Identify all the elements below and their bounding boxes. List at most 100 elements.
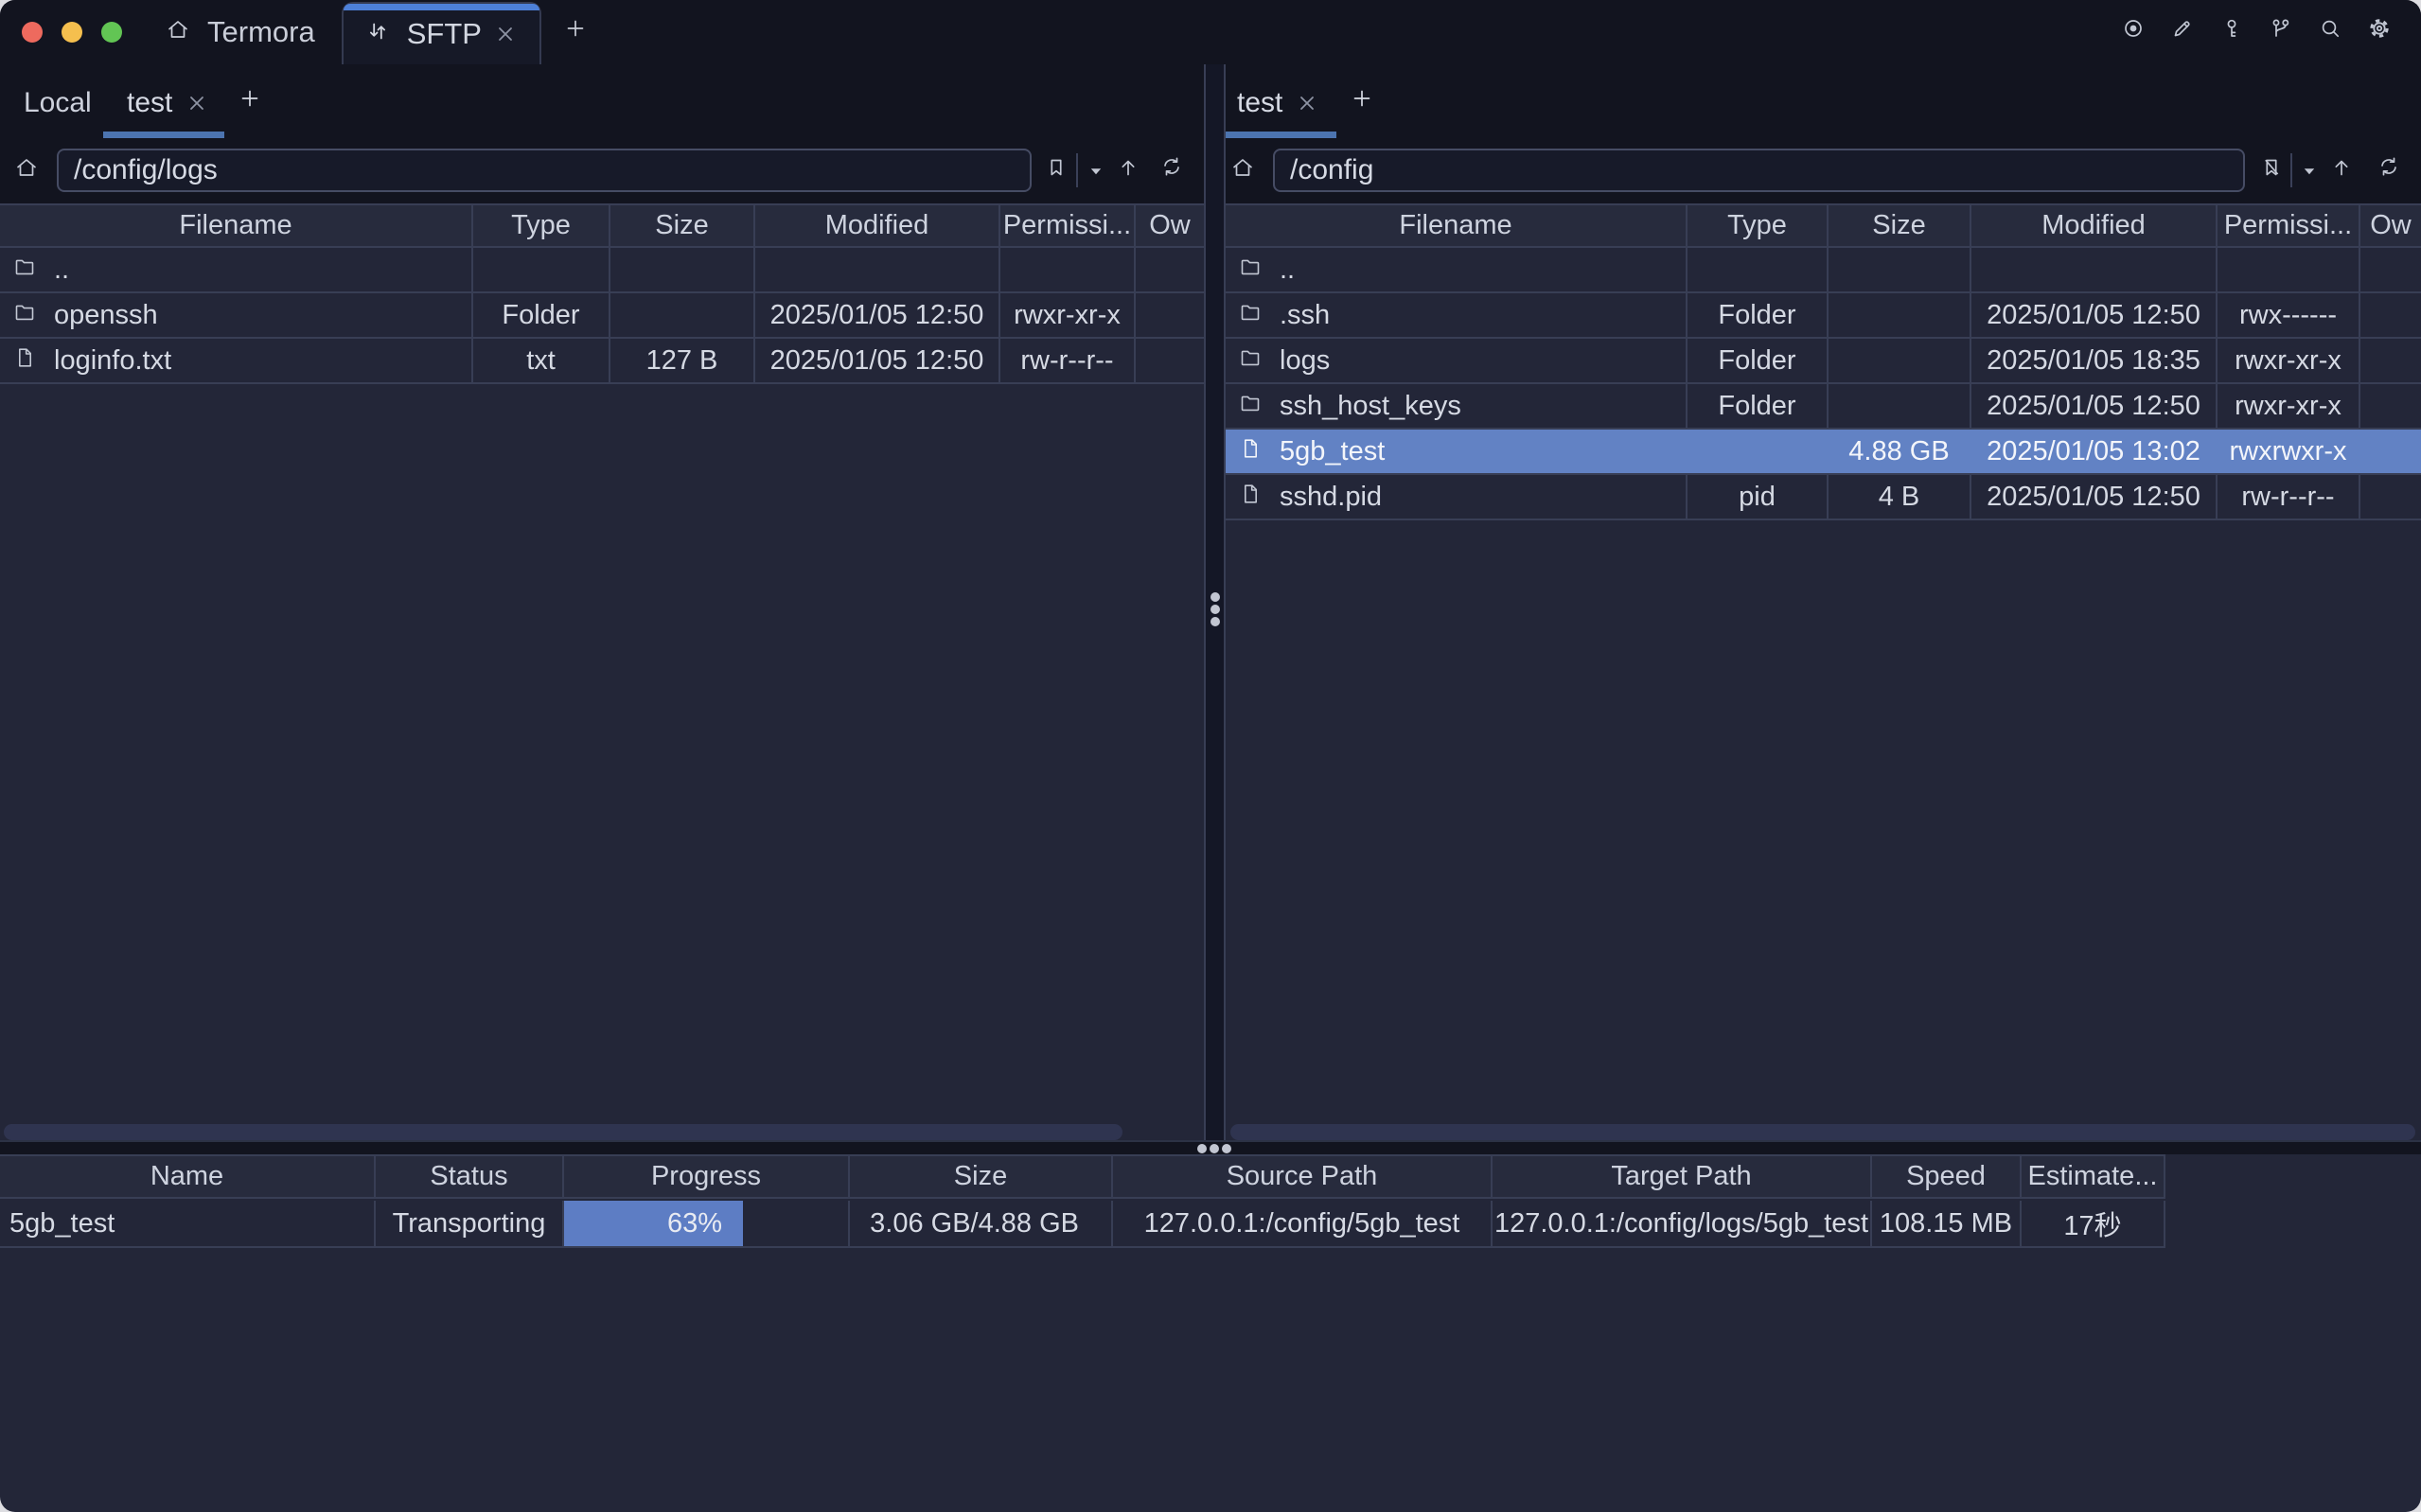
file-row-sshd-pid[interactable]: sshd.pid pid 4 B 2025/01/05 12:50 rw-r--…: [1226, 475, 2421, 520]
file-permissions: rw-r--r--: [2218, 475, 2360, 519]
file-modified: [755, 248, 1000, 291]
tab-sftp[interactable]: SFTP: [342, 2, 541, 64]
remote-file-table: Filename Type Size Modified Permissi... …: [1226, 203, 2421, 520]
file-size: [1829, 384, 1971, 428]
file-modified: 2025/01/05 12:50: [755, 293, 1000, 337]
tab-right-session[interactable]: test: [1237, 87, 1318, 119]
column-header-status[interactable]: Status: [376, 1156, 564, 1197]
file-type: Folder: [473, 293, 610, 337]
progress-cell: 63%: [564, 1201, 850, 1246]
column-header-permissions[interactable]: Permissi...: [1000, 205, 1136, 246]
close-icon[interactable]: [1296, 92, 1318, 114]
right-horizontal-scrollbar-thumb[interactable]: [1230, 1124, 2415, 1140]
home-directory-icon[interactable]: [1231, 156, 1260, 185]
parent-directory-icon[interactable]: [2330, 156, 2359, 185]
file-type: txt: [473, 339, 610, 382]
file-permissions: rwxr-xr-x: [2218, 339, 2360, 382]
column-header-filename[interactable]: Filename: [1226, 205, 1688, 246]
window-controls: [0, 22, 122, 43]
file-row-ssh-host-keys[interactable]: ssh_host_keys Folder 2025/01/05 12:50 rw…: [1226, 384, 2421, 430]
left-session-tab-label: test: [127, 87, 172, 119]
file-name: sshd.pid: [1280, 482, 1382, 513]
file-permissions: rwxrwxr-x: [2218, 430, 2360, 473]
column-header-size[interactable]: Size: [1829, 205, 1971, 246]
column-header-permissions[interactable]: Permissi...: [2218, 205, 2360, 246]
settings-gear-icon[interactable]: [2368, 17, 2398, 47]
file-type: pid: [1688, 475, 1829, 519]
file-permissions: rwxr-xr-x: [2218, 384, 2360, 428]
file-type: [1688, 430, 1829, 473]
column-header-name[interactable]: Name: [0, 1156, 376, 1197]
file-size: 4 B: [1829, 475, 1971, 519]
minimize-window-button[interactable]: [62, 22, 82, 43]
folder-icon: [1239, 346, 1267, 375]
new-tab-button[interactable]: [564, 17, 594, 47]
transfer-size: 3.06 GB/4.88 GB: [850, 1201, 1113, 1246]
file-permissions: rwxr-xr-x: [1000, 293, 1136, 337]
refresh-icon[interactable]: [2377, 155, 2408, 185]
edit-pencil-icon[interactable]: [2171, 17, 2201, 47]
keychain-branch-icon[interactable]: [2270, 17, 2300, 47]
left-horizontal-scrollbar-thumb[interactable]: [4, 1124, 1122, 1140]
column-header-owner[interactable]: Ow: [2360, 205, 2421, 246]
right-path-input[interactable]: [1273, 149, 2245, 192]
left-new-pane-tab-button[interactable]: [239, 87, 267, 115]
tab-left-session[interactable]: test: [127, 87, 208, 119]
close-icon[interactable]: [494, 23, 517, 45]
file-icon: [13, 346, 42, 375]
refresh-icon[interactable]: [1160, 155, 1191, 185]
folder-icon: [1239, 301, 1267, 329]
transfer-speed: 108.15 MB: [1872, 1201, 2022, 1246]
file-row-5gb-test-selected[interactable]: 5gb_test 4.88 GB 2025/01/05 13:02 rwxrwx…: [1226, 430, 2421, 475]
column-header-estimate[interactable]: Estimate...: [2022, 1156, 2165, 1197]
file-row-openssh[interactable]: openssh Folder 2025/01/05 12:50 rwxr-xr-…: [0, 293, 1204, 339]
key-manager-icon[interactable]: [2220, 17, 2251, 47]
close-window-button[interactable]: [22, 22, 43, 43]
file-size: [1829, 293, 1971, 337]
file-row-parent[interactable]: ..: [1226, 248, 2421, 293]
file-row-parent[interactable]: ..: [0, 248, 1204, 293]
column-header-progress[interactable]: Progress: [564, 1156, 850, 1197]
file-size: 4.88 GB: [1829, 430, 1971, 473]
tab-termora-home[interactable]: Termora: [167, 15, 315, 49]
record-macro-icon[interactable]: [2122, 17, 2152, 47]
tab-local[interactable]: Local: [24, 87, 92, 119]
file-row-loginfo[interactable]: loginfo.txt txt 127 B 2025/01/05 12:50 r…: [0, 339, 1204, 384]
vertical-pane-splitter[interactable]: [1204, 64, 1226, 1140]
column-header-size[interactable]: Size: [850, 1156, 1113, 1197]
horizontal-panel-splitter[interactable]: [0, 1140, 2421, 1154]
column-header-modified[interactable]: Modified: [755, 205, 1000, 246]
column-header-source-path[interactable]: Source Path: [1113, 1156, 1493, 1197]
right-new-pane-tab-button[interactable]: [1351, 87, 1379, 115]
zoom-window-button[interactable]: [101, 22, 122, 43]
column-header-type[interactable]: Type: [473, 205, 610, 246]
file-modified: 2025/01/05 13:02: [1971, 430, 2218, 473]
chevron-down-icon[interactable]: [1085, 160, 1105, 181]
transfer-row-5gb-test[interactable]: 5gb_test Transporting 63% 3.06 GB/4.88 G…: [0, 1201, 2165, 1248]
file-type: Folder: [1688, 293, 1829, 337]
bookmark-slash-icon[interactable]: [2260, 156, 2288, 185]
home-directory-icon[interactable]: [15, 156, 44, 185]
file-name: ssh_host_keys: [1280, 391, 1461, 422]
column-header-type[interactable]: Type: [1688, 205, 1829, 246]
column-header-owner[interactable]: Ow: [1136, 205, 1204, 246]
sftp-tab-label: SFTP: [407, 17, 482, 51]
file-name: openssh: [54, 300, 158, 331]
file-type: Folder: [1688, 339, 1829, 382]
column-header-modified[interactable]: Modified: [1971, 205, 2218, 246]
app-tab-label: Termora: [207, 15, 315, 49]
left-path-input[interactable]: [57, 149, 1032, 192]
bookmark-icon[interactable]: [1045, 156, 1073, 185]
column-header-filename[interactable]: Filename: [0, 205, 473, 246]
file-row-logs[interactable]: logs Folder 2025/01/05 18:35 rwxr-xr-x: [1226, 339, 2421, 384]
transfer-estimate: 17秒: [2022, 1201, 2165, 1246]
close-icon[interactable]: [186, 92, 208, 114]
column-header-target-path[interactable]: Target Path: [1493, 1156, 1872, 1197]
file-row-ssh[interactable]: .ssh Folder 2025/01/05 12:50 rwx------: [1226, 293, 2421, 339]
search-icon[interactable]: [2319, 17, 2349, 47]
chevron-down-icon[interactable]: [2298, 160, 2319, 181]
parent-directory-icon[interactable]: [1117, 156, 1145, 185]
column-header-size[interactable]: Size: [610, 205, 755, 246]
transfer-target-path: 127.0.0.1:/config/logs/5gb_test: [1493, 1201, 1872, 1246]
column-header-speed[interactable]: Speed: [1872, 1156, 2022, 1197]
